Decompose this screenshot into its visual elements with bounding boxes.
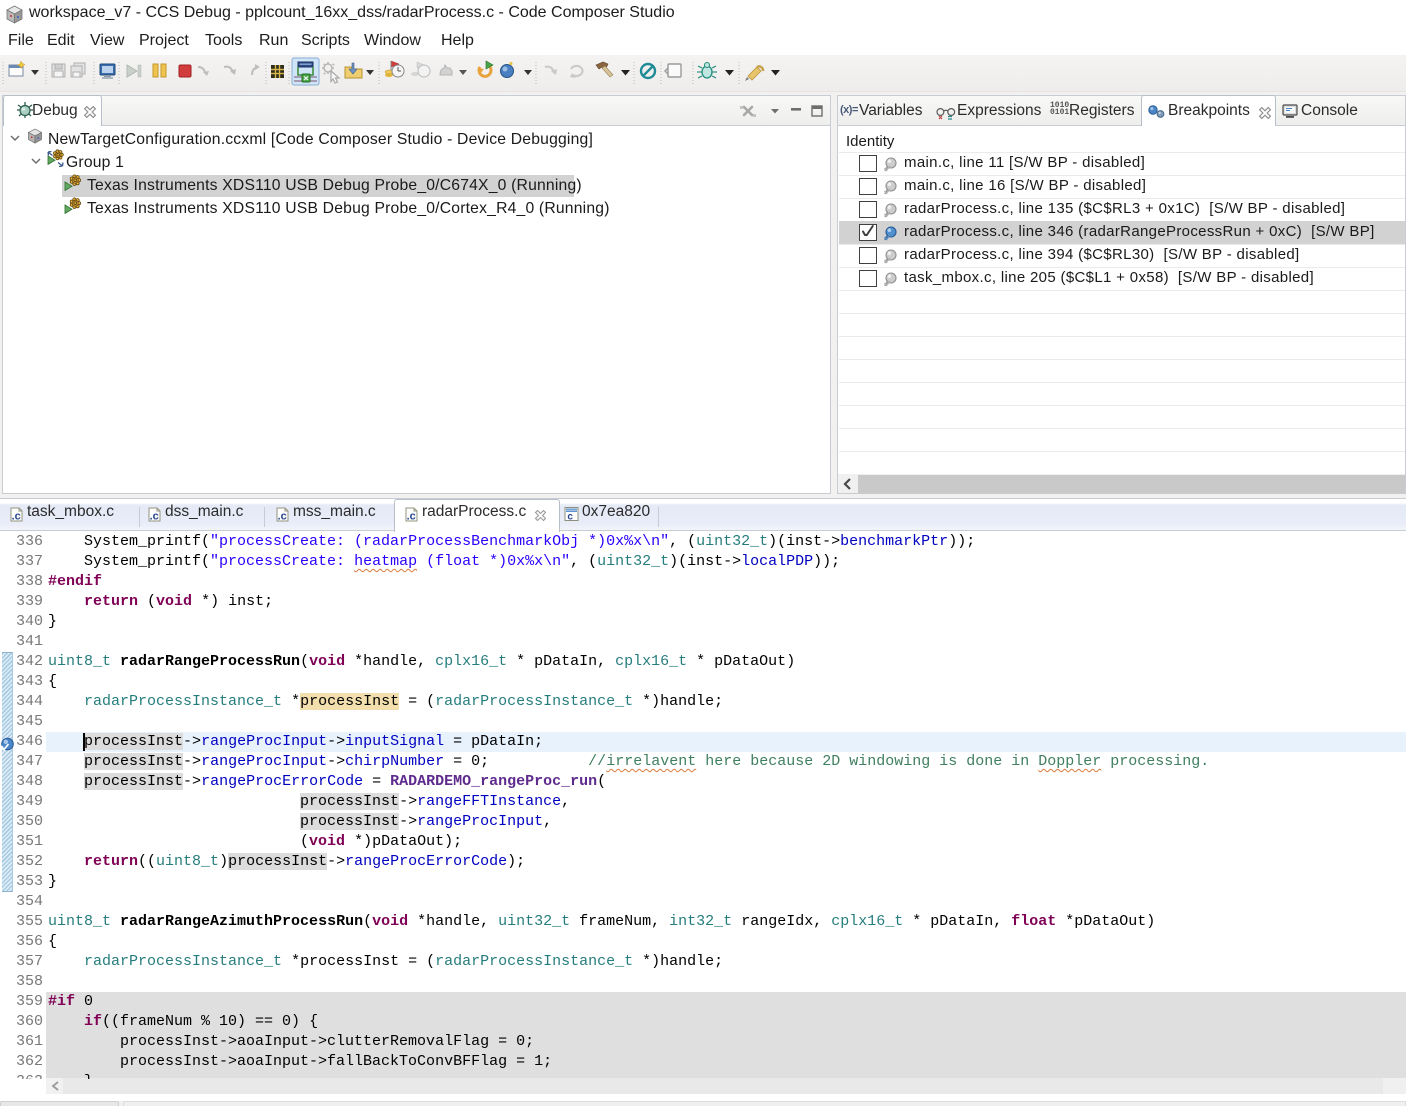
svg-text:.c: .c <box>12 511 21 523</box>
svg-text:.c: .c <box>150 511 159 523</box>
svg-text:.c: .c <box>278 511 287 523</box>
svg-text:c: c <box>567 512 573 523</box>
svg-text:.c: .c <box>407 511 416 523</box>
